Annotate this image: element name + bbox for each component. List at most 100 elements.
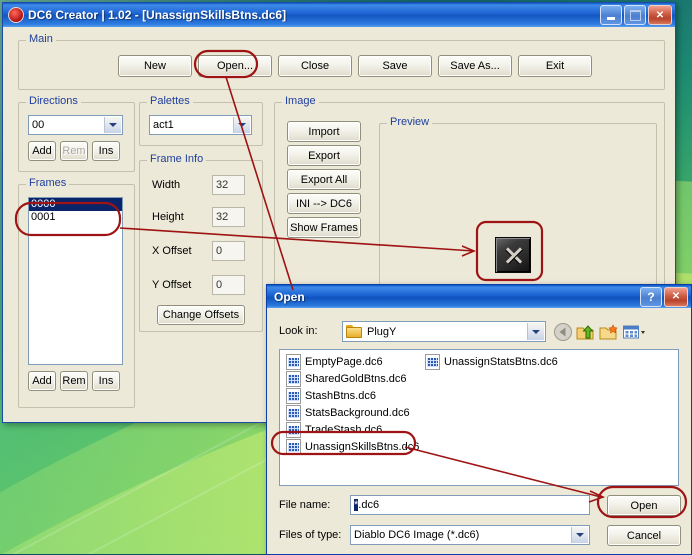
close-file-button[interactable]: Close <box>278 55 352 77</box>
dc6-file-icon <box>286 387 301 404</box>
width-field[interactable]: 32 <box>212 175 245 195</box>
views-icon[interactable] <box>622 322 648 342</box>
file-item-unassignskillsbtns[interactable]: UnassignSkillsBtns.dc6 <box>286 438 420 455</box>
group-frame-info-label: Frame Info <box>147 154 207 165</box>
dialog-open-button[interactable]: Open <box>607 495 681 516</box>
x-icon <box>504 246 523 264</box>
look-in-label: Look in: <box>279 325 318 337</box>
group-palettes: Palettes act1 <box>139 96 263 146</box>
look-in-value: PlugY <box>367 325 397 338</box>
file-name-text: StatsBackground.dc6 <box>305 406 410 419</box>
dc6-file-icon <box>286 421 301 438</box>
group-directions-label: Directions <box>26 96 81 107</box>
minimize-button[interactable] <box>600 5 622 25</box>
chevron-down-icon[interactable] <box>571 527 588 543</box>
open-dialog: Open ? ✕ Look in: PlugY EmptyPage.dc6 Sh… <box>266 284 692 555</box>
close-button[interactable]: ✕ <box>648 5 672 25</box>
file-item[interactable]: TradeStash.dc6 <box>286 421 383 438</box>
direction-ins-button[interactable]: Ins <box>92 141 120 161</box>
group-preview-label: Preview <box>387 117 433 128</box>
chevron-down-icon[interactable] <box>527 323 544 340</box>
file-name-text: StashBtns.dc6 <box>305 389 376 402</box>
group-frame-info: Frame Info Width 32 Height 32 X Offset 0… <box>139 154 263 332</box>
new-folder-icon[interactable] <box>599 322 619 342</box>
help-button[interactable]: ? <box>640 286 662 307</box>
export-all-button[interactable]: Export All <box>287 169 361 190</box>
direction-combo[interactable]: 00 <box>28 115 123 135</box>
height-field[interactable]: 32 <box>212 207 245 227</box>
dialog-cancel-button[interactable]: Cancel <box>607 525 681 546</box>
folder-icon <box>346 325 362 338</box>
file-item[interactable]: EmptyPage.dc6 <box>286 353 383 370</box>
width-label: Width <box>152 179 181 191</box>
y-offset-field[interactable]: 0 <box>212 275 245 295</box>
direction-combo-value: 00 <box>32 119 45 131</box>
preview-image <box>495 237 531 273</box>
y-offset-label: Y Offset <box>152 279 192 291</box>
open-dialog-titlebar[interactable]: Open ? ✕ <box>267 285 691 308</box>
file-item[interactable]: UnassignStatsBtns.dc6 <box>425 353 558 370</box>
file-name-text: UnassignSkillsBtns.dc6 <box>305 440 420 453</box>
dc6-file-icon <box>286 438 301 455</box>
change-offsets-button[interactable]: Change Offsets <box>157 305 245 325</box>
palette-combo-value: act1 <box>153 119 174 131</box>
exit-button[interactable]: Exit <box>518 55 592 77</box>
up-folder-icon[interactable] <box>576 322 596 342</box>
window-title: DC6 Creator | 1.02 - [UnassignSkillsBtns… <box>28 8 287 22</box>
save-button[interactable]: Save <box>358 55 432 77</box>
height-label: Height <box>152 211 184 223</box>
file-name-label: File name: <box>279 499 331 511</box>
look-in-combo[interactable]: PlugY <box>342 321 546 342</box>
chevron-down-icon[interactable] <box>233 117 250 133</box>
frame-rem-button[interactable]: Rem <box>60 371 88 391</box>
frames-listbox[interactable]: 0000 0001 <box>28 197 123 365</box>
new-button[interactable]: New <box>118 55 192 77</box>
frame-add-button[interactable]: Add <box>28 371 56 391</box>
dc6-file-icon <box>286 353 301 370</box>
main-titlebar[interactable]: DC6 Creator | 1.02 - [UnassignSkillsBtns… <box>3 3 675 27</box>
group-main-label: Main <box>26 34 56 45</box>
file-name-text: TradeStash.dc6 <box>305 423 383 436</box>
palette-combo[interactable]: act1 <box>149 115 252 135</box>
frame-ins-button[interactable]: Ins <box>92 371 120 391</box>
x-offset-field[interactable]: 0 <box>212 241 245 261</box>
group-main: Main New Open... Close Save Save As... E… <box>18 34 665 90</box>
dialog-close-button[interactable]: ✕ <box>664 286 688 307</box>
list-item[interactable]: 0000 <box>29 198 122 211</box>
file-name-rest-text: .dc6 <box>358 499 380 511</box>
dc6-file-icon <box>425 353 440 370</box>
open-button[interactable]: Open... <box>198 55 272 77</box>
export-button[interactable]: Export <box>287 145 361 166</box>
file-item[interactable]: StatsBackground.dc6 <box>286 404 410 421</box>
files-of-type-combo[interactable]: Diablo DC6 Image (*.dc6) <box>350 525 590 545</box>
group-frames: Frames 0000 0001 Add Rem Ins <box>18 178 135 408</box>
file-name-text: EmptyPage.dc6 <box>305 355 383 368</box>
show-frames-button[interactable]: Show Frames <box>287 217 361 238</box>
group-directions: Directions 00 Add Rem Ins <box>18 96 135 172</box>
x-offset-label: X Offset <box>152 245 192 257</box>
dc6-file-icon <box>286 404 301 421</box>
save-as-button[interactable]: Save As... <box>438 55 512 77</box>
app-icon <box>8 7 24 23</box>
files-of-type-label: Files of type: <box>279 529 342 541</box>
back-icon[interactable] <box>553 322 573 342</box>
direction-rem-button: Rem <box>60 141 88 161</box>
file-list[interactable]: EmptyPage.dc6 SharedGoldBtns.dc6 StashBt… <box>279 349 679 486</box>
chevron-down-icon[interactable] <box>104 117 121 133</box>
direction-add-button[interactable]: Add <box>28 141 56 161</box>
window-controls: ✕ <box>600 5 672 25</box>
maximize-button[interactable] <box>624 5 646 25</box>
group-palettes-label: Palettes <box>147 96 193 107</box>
group-frames-label: Frames <box>26 178 70 189</box>
file-name-text: UnassignStatsBtns.dc6 <box>444 355 558 368</box>
import-button[interactable]: Import <box>287 121 361 142</box>
open-dialog-title: Open <box>274 289 305 304</box>
open-dialog-body: Look in: PlugY EmptyPage.dc6 SharedGoldB… <box>270 311 688 551</box>
file-item[interactable]: StashBtns.dc6 <box>286 387 376 404</box>
file-name-text: SharedGoldBtns.dc6 <box>305 372 407 385</box>
dc6-file-icon <box>286 370 301 387</box>
file-name-input[interactable]: * .dc6 <box>350 495 590 515</box>
file-item[interactable]: SharedGoldBtns.dc6 <box>286 370 407 387</box>
list-item[interactable]: 0001 <box>29 211 122 224</box>
ini-to-dc6-button[interactable]: INI --> DC6 <box>287 193 361 214</box>
